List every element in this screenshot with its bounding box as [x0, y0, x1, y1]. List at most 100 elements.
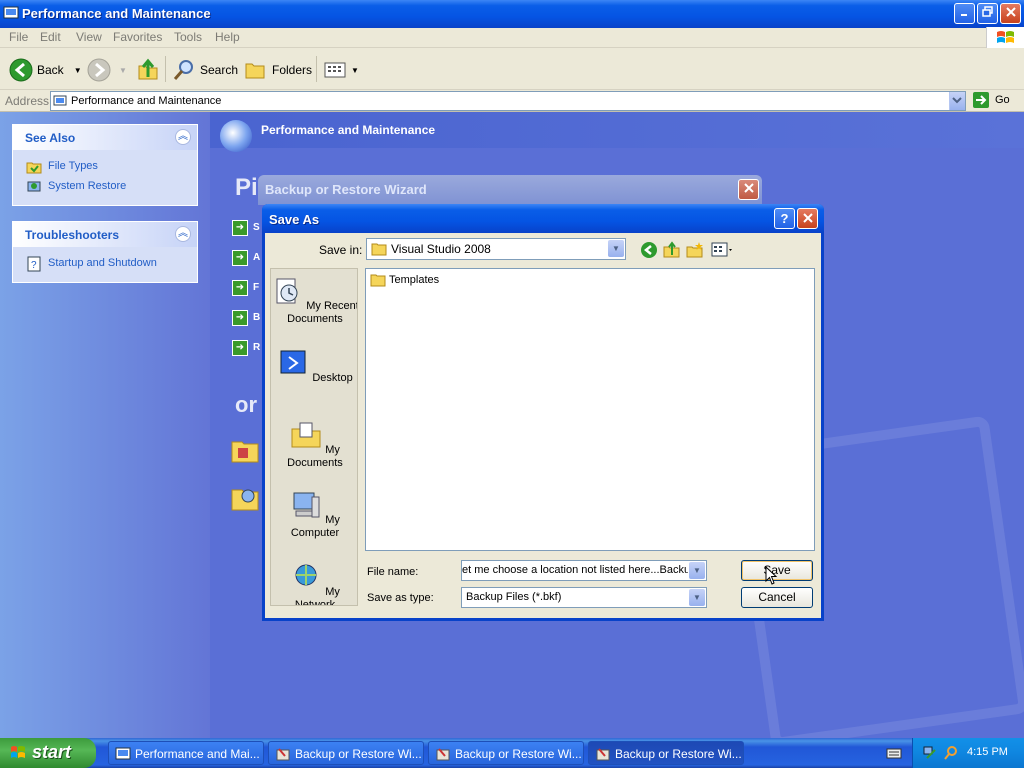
see-also-header[interactable]: See Also ︽ — [13, 125, 197, 150]
place-my-computer[interactable]: My Computer — [271, 489, 357, 540]
taskbar-item-backup-1[interactable]: Backup or Restore Wi... — [268, 741, 424, 765]
backup-icon — [596, 748, 610, 761]
system-restore-icon — [27, 181, 41, 192]
back-nav-icon[interactable] — [640, 241, 658, 259]
save-as-type-dropdown[interactable]: Backup Files (*.bkf) ▼ — [461, 587, 707, 608]
address-input[interactable]: Performance and Maintenance — [50, 91, 966, 111]
file-name-label: File name: — [367, 566, 419, 578]
menu-help[interactable]: Help — [215, 30, 240, 44]
file-name-input[interactable]: et me choose a location not listed here.… — [461, 560, 707, 581]
windows-flag-icon — [997, 31, 1014, 43]
help-document-icon: ? — [27, 256, 41, 272]
back-dropdown-icon[interactable]: ▼ — [74, 66, 82, 75]
close-icon — [743, 183, 754, 193]
folder-icon — [370, 274, 386, 287]
place-my-network[interactable]: My Network — [271, 561, 357, 605]
task-link-2[interactable]: A — [253, 252, 260, 263]
task-link-3[interactable]: F — [253, 282, 259, 293]
wizard-close-button[interactable] — [738, 179, 759, 200]
dialog-close-button[interactable] — [797, 208, 818, 229]
windows-flag-icon — [11, 746, 25, 758]
backup-wizard-window[interactable]: Backup or Restore Wizard — [258, 175, 762, 205]
keyboard-icon[interactable] — [886, 746, 902, 760]
taskbar-item-backup-3[interactable]: Backup or Restore Wi... — [588, 741, 744, 765]
minimize-button[interactable] — [954, 3, 975, 24]
restore-button[interactable] — [977, 3, 998, 24]
help-button[interactable]: ? — [774, 208, 795, 229]
backup-icon — [436, 748, 450, 761]
svg-text:?: ? — [31, 260, 37, 271]
folders-icon — [245, 63, 265, 79]
search-icon[interactable] — [943, 745, 959, 761]
address-dropdown-button[interactable] — [949, 92, 965, 110]
task-link-1[interactable]: S — [253, 222, 260, 233]
up-folder-icon — [138, 58, 158, 80]
task-link-4[interactable]: B — [253, 312, 260, 323]
question-mark-icon: ? — [780, 211, 789, 226]
taskbar-item-backup-2[interactable]: Backup or Restore Wi... — [428, 741, 584, 765]
link-system-restore-label: System Restore — [48, 180, 127, 192]
back-button[interactable]: Back ▼ — [9, 57, 82, 83]
go-arrow-icon — [973, 92, 989, 108]
views-button[interactable]: ▼ — [323, 57, 359, 83]
save-as-type-label: Save as type: — [367, 592, 434, 604]
place-recent-documents[interactable]: My Recent Documents — [271, 275, 357, 326]
view-menu-icon — [711, 242, 732, 257]
chevron-down-icon[interactable]: ▼ — [689, 589, 705, 606]
up-folder-button[interactable] — [136, 57, 160, 83]
go-label: Go — [995, 94, 1010, 106]
list-item[interactable]: Templates — [370, 273, 439, 287]
network-icon[interactable] — [923, 745, 939, 761]
minimize-icon — [960, 14, 967, 16]
file-name-value: et me choose a location not listed here.… — [462, 564, 688, 576]
taskbar-item-label: Backup or Restore Wi... — [455, 747, 582, 761]
explorer-title: Performance and Maintenance — [22, 6, 211, 21]
menu-view[interactable]: View — [76, 30, 102, 44]
menu-tools[interactable]: Tools — [174, 30, 202, 44]
taskbar: start Performance and Mai... Backup or R… — [0, 738, 1024, 768]
forward-button[interactable]: ▼ — [87, 57, 127, 83]
save-in-value: Visual Studio 2008 — [391, 242, 491, 256]
control-panel-item-icon[interactable] — [230, 434, 260, 464]
link-startup-shutdown[interactable]: ? Startup and Shutdown — [13, 254, 197, 274]
up-one-level-icon[interactable] — [663, 241, 681, 259]
link-file-types[interactable]: File Types — [13, 157, 197, 177]
link-system-restore[interactable]: System Restore — [13, 177, 197, 197]
search-button[interactable]: Search — [172, 57, 238, 83]
start-button[interactable]: start — [0, 738, 96, 768]
desktop-icon — [280, 350, 306, 374]
taskbar-item-performance[interactable]: Performance and Mai... — [108, 741, 264, 765]
save-as-title-bar[interactable]: Save As ? — [262, 204, 824, 233]
views-dropdown-icon: ▼ — [351, 65, 359, 75]
wizard-title: Backup or Restore Wizard — [265, 182, 427, 197]
explorer-title-bar[interactable]: Performance and Maintenance — [0, 0, 1024, 28]
save-in-dropdown[interactable]: Visual Studio 2008 ▼ — [366, 238, 626, 260]
view-menu-button[interactable] — [711, 241, 735, 259]
cancel-button[interactable]: Cancel — [741, 587, 813, 608]
task-link-5[interactable]: R — [253, 342, 260, 353]
collapse-icon[interactable]: ︽ — [175, 129, 191, 145]
places-bar: My Recent Documents Desktop My Documents… — [270, 268, 358, 606]
see-also-box: See Also ︽ File Types System Restore — [12, 124, 198, 206]
place-my-documents[interactable]: My Documents — [271, 419, 357, 470]
menu-file[interactable]: File — [9, 30, 28, 44]
task-pane: See Also ︽ File Types System Restore Tro… — [0, 112, 210, 738]
chevron-down-icon[interactable]: ▼ — [608, 240, 624, 257]
go-button[interactable]: Go — [972, 91, 1010, 109]
file-list[interactable]: Templates — [365, 268, 815, 551]
pick-task-heading: Pi — [235, 174, 258, 201]
new-folder-icon[interactable] — [686, 241, 704, 259]
chevron-down-icon[interactable]: ▼ — [689, 562, 705, 579]
close-button[interactable] — [1000, 3, 1021, 24]
forward-arrow-icon — [87, 58, 111, 82]
collapse-icon[interactable]: ︽ — [175, 226, 191, 242]
troubleshooters-header[interactable]: Troubleshooters ︽ — [13, 222, 197, 247]
address-label: Address — [5, 94, 50, 108]
place-desktop[interactable]: Desktop — [271, 347, 357, 385]
folders-button[interactable]: Folders — [244, 57, 312, 83]
save-as-title: Save As — [269, 212, 320, 227]
control-panel-item-icon[interactable] — [230, 482, 260, 512]
menu-favorites[interactable]: Favorites — [113, 30, 162, 44]
taskbar-item-label: Backup or Restore Wi... — [615, 747, 742, 761]
menu-edit[interactable]: Edit — [40, 30, 61, 44]
